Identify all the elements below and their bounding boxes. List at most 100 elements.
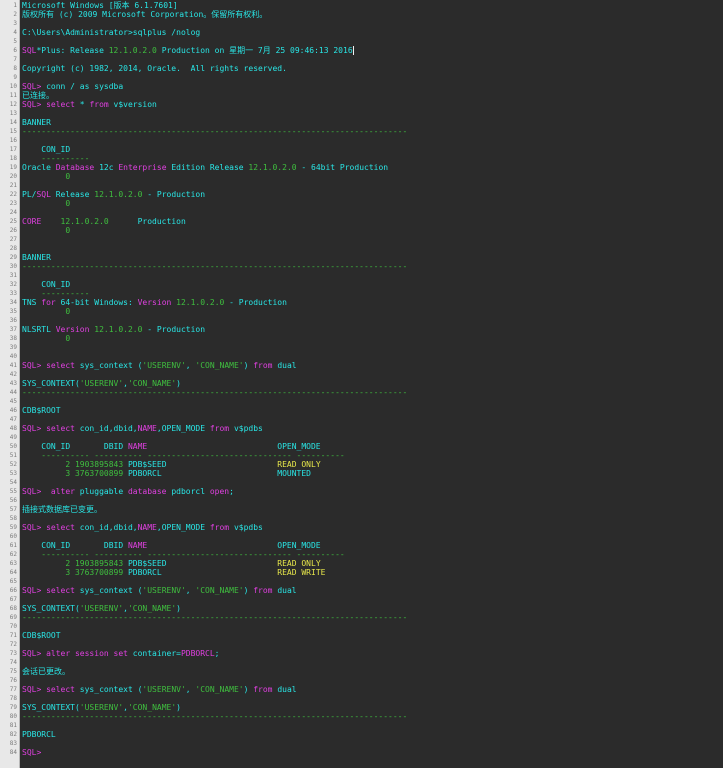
code-token: ; [229,487,234,496]
code-line[interactable]: 会话已更改。 [22,667,723,676]
code-line[interactable]: ---------- ---------- ------------------… [22,451,723,460]
code-token: SYS_CONTEXT( [22,703,80,712]
code-line[interactable] [22,595,723,604]
code-line[interactable] [22,316,723,325]
code-line[interactable]: Copyright (c) 1982, 2014, Oracle. All ri… [22,64,723,73]
code-line[interactable]: ----------------------------------------… [22,262,723,271]
code-line[interactable] [22,658,723,667]
code-line[interactable] [22,271,723,280]
code-token: from [89,100,109,109]
code-line[interactable]: CON_ID DBID NAME OPEN_MODE [22,442,723,451]
code-line[interactable]: BANNER [22,118,723,127]
code-line[interactable] [22,514,723,523]
code-line[interactable] [22,55,723,64]
code-line[interactable]: SYS_CONTEXT('USERENV','CON_NAME') [22,604,723,613]
code-line[interactable]: SYS_CONTEXT('USERENV','CON_NAME') [22,703,723,712]
code-token: ----------------------------------------… [22,262,408,271]
code-line[interactable]: ---------- [22,289,723,298]
code-line[interactable]: SQL> select sys_context ('USERENV', 'CON… [22,361,723,370]
code-token: * [74,100,90,109]
code-line[interactable] [22,136,723,145]
code-line[interactable]: 3 3763700899 PDBORCL READ WRITE [22,568,723,577]
code-line[interactable]: NLSRTL Version 12.1.0.2.0 - Production [22,325,723,334]
code-line[interactable] [22,721,723,730]
code-line[interactable]: PL/SQL Release 12.1.0.2.0 - Production [22,190,723,199]
code-line[interactable]: ---------- [22,154,723,163]
code-line[interactable]: ----------------------------------------… [22,613,723,622]
code-line[interactable]: SQL> select con_id,dbid,NAME,OPEN_MODE f… [22,424,723,433]
code-line[interactable] [22,109,723,118]
code-line[interactable]: ----------------------------------------… [22,127,723,136]
code-line[interactable]: 0 [22,334,723,343]
code-line[interactable] [22,181,723,190]
code-line[interactable]: TNS for 64-bit Windows: Version 12.1.0.2… [22,298,723,307]
code-line[interactable] [22,577,723,586]
code-line[interactable]: CON_ID DBID NAME OPEN_MODE [22,541,723,550]
code-line[interactable] [22,235,723,244]
code-line[interactable]: SYS_CONTEXT('USERENV','CON_NAME') [22,379,723,388]
code-line[interactable] [22,343,723,352]
code-line[interactable] [22,208,723,217]
code-line[interactable] [22,478,723,487]
line-number: 78 [9,695,17,702]
code-line[interactable]: PDBORCL [22,730,723,739]
code-line[interactable] [22,496,723,505]
code-line[interactable]: CON_ID [22,280,723,289]
code-token: ---------- [22,289,90,298]
code-line[interactable]: 版权所有 (c) 2009 Microsoft Corporation。保留所有… [22,10,723,19]
line-number: 25 [9,218,17,225]
code-line[interactable]: 0 [22,226,723,235]
code-line[interactable]: ---------- ---------- ------------------… [22,550,723,559]
code-line[interactable]: CORE 12.1.0.2.0 Production [22,217,723,226]
code-token: PDBORCL MOUNTED [123,469,311,478]
code-line[interactable] [22,640,723,649]
code-line[interactable]: 0 [22,199,723,208]
code-line[interactable]: 0 [22,172,723,181]
code-line[interactable] [22,433,723,442]
code-line[interactable]: SQL> conn / as sysdba [22,82,723,91]
code-line[interactable] [22,37,723,46]
code-line[interactable]: SQL*Plus: Release 12.1.0.2.0 Production … [22,46,723,55]
code-line[interactable]: CON_ID [22,145,723,154]
code-line[interactable]: 3 3763700899 PDBORCL MOUNTED [22,469,723,478]
code-line[interactable]: BANNER [22,253,723,262]
code-line[interactable]: SQL> select sys_context ('USERENV', 'CON… [22,685,723,694]
code-line[interactable]: 2 1903895843 PDB$SEED READ ONLY [22,460,723,469]
code-line[interactable] [22,415,723,424]
code-line[interactable]: 插接式数据库已变更。 [22,505,723,514]
code-line[interactable]: Microsoft Windows [版本 6.1.7601] [22,1,723,10]
code-line[interactable] [22,370,723,379]
code-editor[interactable]: 1 2 3 4 5 6 7 8 9 10 11 12 13 14 15 16 17 18 19 20 21 22 23 24 2… [0,0,723,768]
code-line[interactable]: SQL> select con_id,dbid,NAME,OPEN_MODE f… [22,523,723,532]
line-number: 44 [9,389,17,396]
code-line[interactable] [22,676,723,685]
code-line[interactable]: CDB$ROOT [22,406,723,415]
code-line[interactable] [22,694,723,703]
code-line[interactable] [22,532,723,541]
code-line[interactable]: SQL> select sys_context ('USERENV', 'CON… [22,586,723,595]
code-line[interactable]: 0 [22,307,723,316]
code-line[interactable]: C:\Users\Administrator>sqlplus /nolog [22,28,723,37]
line-number: 73 [9,650,17,657]
code-line[interactable] [22,244,723,253]
code-line[interactable]: 2 1903895843 PDB$SEED READ ONLY [22,559,723,568]
code-token: pdborcl [166,487,210,496]
code-line[interactable]: ----------------------------------------… [22,388,723,397]
code-line[interactable]: SQL> select * from v$version [22,100,723,109]
code-line[interactable] [22,73,723,82]
code-line[interactable]: SQL> [22,748,723,757]
code-line[interactable]: SQL> alter session set container=PDBORCL… [22,649,723,658]
code-line[interactable]: 已连接。 [22,91,723,100]
code-token: 'CON_NAME' [195,685,244,694]
code-line[interactable] [22,352,723,361]
code-token: - 64bit Production [296,163,389,172]
code-line[interactable] [22,739,723,748]
code-line[interactable]: ----------------------------------------… [22,712,723,721]
code-line[interactable]: CDB$ROOT [22,631,723,640]
code-area[interactable]: Microsoft Windows [版本 6.1.7601] 版权所有 (c) … [20,0,723,768]
code-line[interactable]: SQL> alter pluggable database pdborcl op… [22,487,723,496]
code-line[interactable] [22,397,723,406]
code-line[interactable] [22,622,723,631]
code-line[interactable] [22,19,723,28]
code-line[interactable]: Oracle Database 12c Enterprise Edition R… [22,163,723,172]
